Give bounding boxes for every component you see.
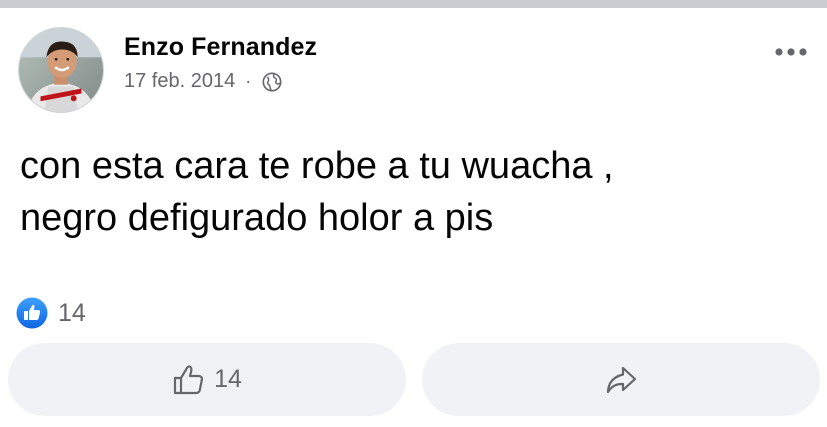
post-text-line: con esta cara te robe a tu wuacha , (20, 145, 614, 187)
ellipsis-icon (775, 48, 807, 56)
share-arrow-icon (606, 366, 637, 393)
reaction-count: 14 (58, 298, 86, 327)
thumbs-up-outline-icon (173, 364, 204, 394)
avatar-image (19, 28, 103, 112)
post-text-line: negro defigurado holor a pis (20, 197, 494, 239)
top-divider (0, 0, 827, 8)
like-button[interactable]: 14 (8, 343, 406, 416)
author-name[interactable]: Enzo Fernandez (124, 33, 317, 62)
post-card: Enzo Fernandez 17 feb. 2014 · con esta c… (0, 0, 827, 427)
more-options-button[interactable] (771, 40, 811, 64)
globe-icon[interactable] (261, 71, 283, 93)
post-date[interactable]: 17 feb. 2014 (124, 70, 235, 93)
meta-separator: · (245, 71, 252, 91)
share-button[interactable] (422, 343, 820, 416)
like-reaction-icon (16, 297, 48, 329)
post-meta: 17 feb. 2014 · (124, 70, 283, 93)
like-count: 14 (214, 365, 242, 393)
reaction-summary[interactable]: 14 (16, 297, 86, 329)
post-text: con esta cara te robe a tu wuacha , negr… (20, 140, 810, 244)
avatar[interactable] (18, 27, 104, 113)
